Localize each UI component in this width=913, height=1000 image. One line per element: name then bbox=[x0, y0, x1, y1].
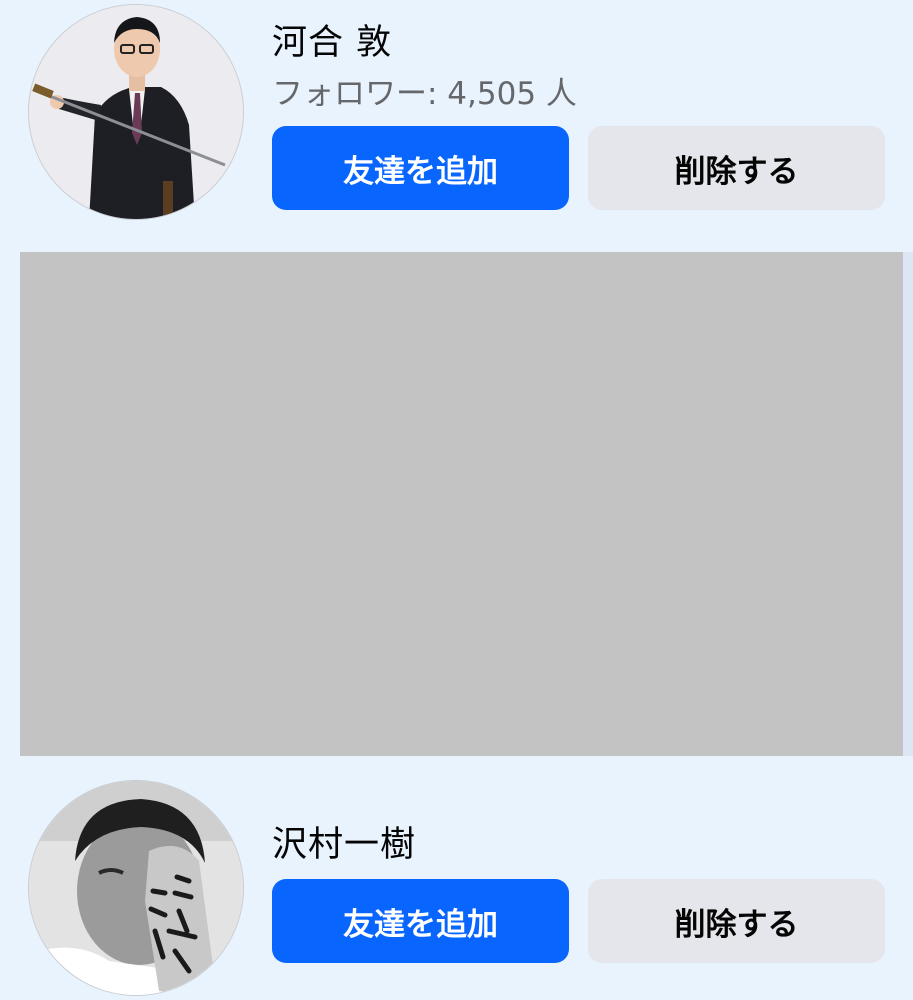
remove-button[interactable]: 削除する bbox=[588, 879, 885, 963]
add-friend-button[interactable]: 友達を追加 bbox=[272, 126, 569, 210]
friend-suggestion-card: 沢村一樹 友達を追加 削除する bbox=[0, 770, 913, 1000]
avatar[interactable] bbox=[28, 4, 244, 220]
follower-count: フォロワー: 4,505 人 bbox=[272, 76, 577, 112]
content-placeholder bbox=[20, 252, 903, 756]
friend-suggestion-card: 河合 敦 フォロワー: 4,505 人 友達を追加 削除する bbox=[0, 0, 913, 240]
suggestion-name[interactable]: 沢村一樹 bbox=[272, 816, 416, 867]
avatar[interactable] bbox=[28, 780, 244, 996]
add-friend-button[interactable]: 友達を追加 bbox=[272, 879, 569, 963]
remove-button[interactable]: 削除する bbox=[588, 126, 885, 210]
suggestion-name[interactable]: 河合 敦 bbox=[272, 14, 392, 65]
placeholder-edge bbox=[903, 252, 913, 756]
